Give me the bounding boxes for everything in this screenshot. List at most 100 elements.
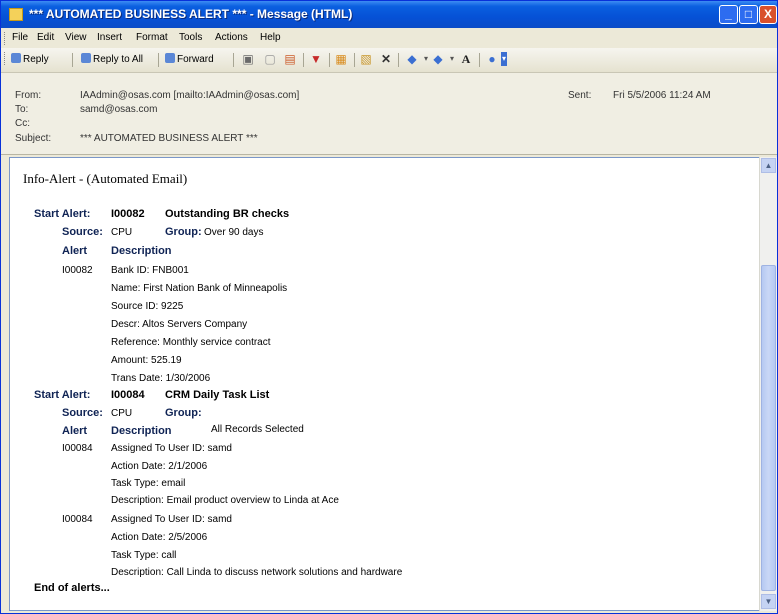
- toolbar: Reply Reply to All Forward ▣ ▢ ▤ ▼ ▦ ▧ ✕…: [1, 48, 777, 73]
- message-header: From: IAAdmin@osas.com [mailto:IAAdmin@o…: [1, 73, 777, 155]
- message-window: *** AUTOMATED BUSINESS ALERT *** - Messa…: [0, 0, 778, 614]
- reply-all-label: Reply to All: [93, 54, 144, 65]
- alert-column-header: Alert: [62, 425, 88, 437]
- alert-code: I00082: [111, 208, 145, 220]
- previous-icon[interactable]: ◆: [405, 52, 419, 66]
- junk-icon[interactable]: ▧: [359, 52, 373, 66]
- row-alert-code: I00084: [62, 443, 93, 454]
- reply-all-button[interactable]: Reply to All: [81, 53, 143, 65]
- delete-icon[interactable]: ✕: [379, 52, 393, 66]
- row-line: Reference: Monthly service contract: [111, 337, 271, 348]
- toolbar-separator: [72, 53, 73, 67]
- to-value[interactable]: samd@osas.com: [80, 104, 157, 115]
- toolbar-separator: [398, 53, 399, 67]
- row-line: Description: Email product overview to L…: [111, 495, 339, 506]
- toolbar-separator: [479, 53, 480, 67]
- menu-format[interactable]: Format: [136, 32, 168, 43]
- row-alert-code: I00082: [62, 265, 93, 276]
- row-line: Description: Call Linda to discuss netwo…: [111, 567, 403, 578]
- menu-tools[interactable]: Tools: [179, 32, 202, 43]
- toolbar-separator: [303, 53, 304, 67]
- row-line: Assigned To User ID: samd: [111, 514, 232, 525]
- menu-edit[interactable]: Edit: [37, 32, 54, 43]
- group-label: Group:: [165, 226, 202, 238]
- row-line: Amount: 525.19: [111, 355, 182, 366]
- menu-insert[interactable]: Insert: [97, 32, 122, 43]
- menu-bar: File Edit View Insert Format Tools Actio…: [1, 28, 777, 48]
- reply-all-icon: [81, 53, 91, 63]
- toolbar-separator: [233, 53, 234, 67]
- move-icon[interactable]: ▤: [283, 52, 297, 66]
- start-alert-label: Start Alert:: [34, 389, 91, 401]
- row-line: Assigned To User ID: samd: [111, 443, 232, 454]
- from-value[interactable]: IAAdmin@osas.com [mailto:IAAdmin@osas.co…: [80, 90, 299, 101]
- forward-button[interactable]: Forward: [165, 53, 214, 65]
- copy-icon[interactable]: ▢: [263, 52, 277, 66]
- subject-value: *** AUTOMATED BUSINESS ALERT ***: [80, 133, 258, 144]
- toolbar-separator: [329, 53, 330, 67]
- minimize-button[interactable]: _: [719, 5, 738, 24]
- scroll-down-button[interactable]: ▼: [761, 594, 776, 609]
- close-button[interactable]: X: [759, 5, 777, 24]
- vertical-scrollbar[interactable]: ▲ ▼: [759, 157, 777, 611]
- title-bar[interactable]: *** AUTOMATED BUSINESS ALERT *** - Messa…: [1, 1, 777, 28]
- window-title: *** AUTOMATED BUSINESS ALERT *** - Messa…: [29, 7, 353, 21]
- group-label: Group:: [165, 407, 202, 419]
- toolbar-separator: [354, 53, 355, 67]
- alert-name: CRM Daily Task List: [165, 389, 270, 401]
- help-icon[interactable]: ●: [485, 52, 499, 66]
- row-line: Name: First Nation Bank of Minneapolis: [111, 283, 288, 294]
- reply-button[interactable]: Reply: [11, 53, 49, 65]
- group-value: Over 90 days: [204, 227, 264, 238]
- scroll-thumb[interactable]: [761, 265, 776, 591]
- alert-name: Outstanding BR checks: [165, 208, 290, 220]
- start-alert-label: Start Alert:: [34, 208, 91, 220]
- menu-actions[interactable]: Actions: [215, 32, 248, 43]
- font-size-icon[interactable]: A: [459, 52, 473, 66]
- menu-help[interactable]: Help: [260, 32, 281, 43]
- row-line: Task Type: call: [111, 550, 177, 561]
- print-icon[interactable]: ▣: [241, 52, 255, 66]
- envelope-icon: [9, 8, 23, 21]
- row-line: Bank ID: FNB001: [111, 265, 189, 276]
- description-column-header: Description: [111, 425, 172, 437]
- source-label: Source:: [62, 226, 103, 238]
- forward-label: Forward: [177, 54, 214, 65]
- chevron-down-icon[interactable]: ▾: [445, 52, 459, 66]
- subject-label: Subject:: [15, 133, 52, 144]
- end-of-alerts: End of alerts...: [34, 582, 110, 594]
- row-line: Action Date: 2/1/2006: [111, 461, 208, 472]
- row-line: Descr: Altos Servers Company: [111, 319, 248, 330]
- intro-text: Info-Alert - (Automated Email): [23, 171, 188, 186]
- source-label: Source:: [62, 407, 103, 419]
- sent-label: Sent:: [568, 90, 592, 101]
- menu-file[interactable]: File: [12, 32, 28, 43]
- flag-icon[interactable]: ▼: [309, 52, 323, 66]
- menu-grip: [4, 32, 8, 45]
- from-label: From:: [15, 90, 42, 101]
- scroll-up-button[interactable]: ▲: [761, 158, 776, 173]
- row-line: Task Type: email: [111, 478, 186, 489]
- sent-value: Fri 5/5/2006 11:24 AM: [613, 90, 711, 101]
- source-value: CPU: [111, 408, 133, 419]
- to-label: To:: [15, 104, 29, 115]
- source-value: CPU: [111, 227, 133, 238]
- alert-column-header: Alert: [62, 245, 88, 257]
- row-line: Action Date: 2/5/2006: [111, 532, 208, 543]
- menu-view[interactable]: View: [65, 32, 87, 43]
- row-line: Source ID: 9225: [111, 301, 184, 312]
- categorize-icon[interactable]: ▦: [334, 52, 348, 66]
- next-icon[interactable]: ◆: [431, 52, 445, 66]
- toolbar-overflow-icon[interactable]: ▾: [501, 52, 507, 66]
- description-column-header: Description: [111, 245, 172, 257]
- toolbar-grip: [4, 52, 8, 65]
- maximize-button[interactable]: □: [739, 5, 758, 24]
- reply-label: Reply: [23, 54, 49, 65]
- row-line: Trans Date: 1/30/2006: [111, 373, 211, 384]
- row-alert-code: I00084: [62, 514, 93, 525]
- alert-code: I00084: [111, 389, 145, 401]
- toolbar-separator: [158, 53, 159, 67]
- cc-label: Cc:: [15, 118, 30, 129]
- all-records-selected: All Records Selected: [211, 424, 304, 435]
- forward-icon: [165, 53, 175, 63]
